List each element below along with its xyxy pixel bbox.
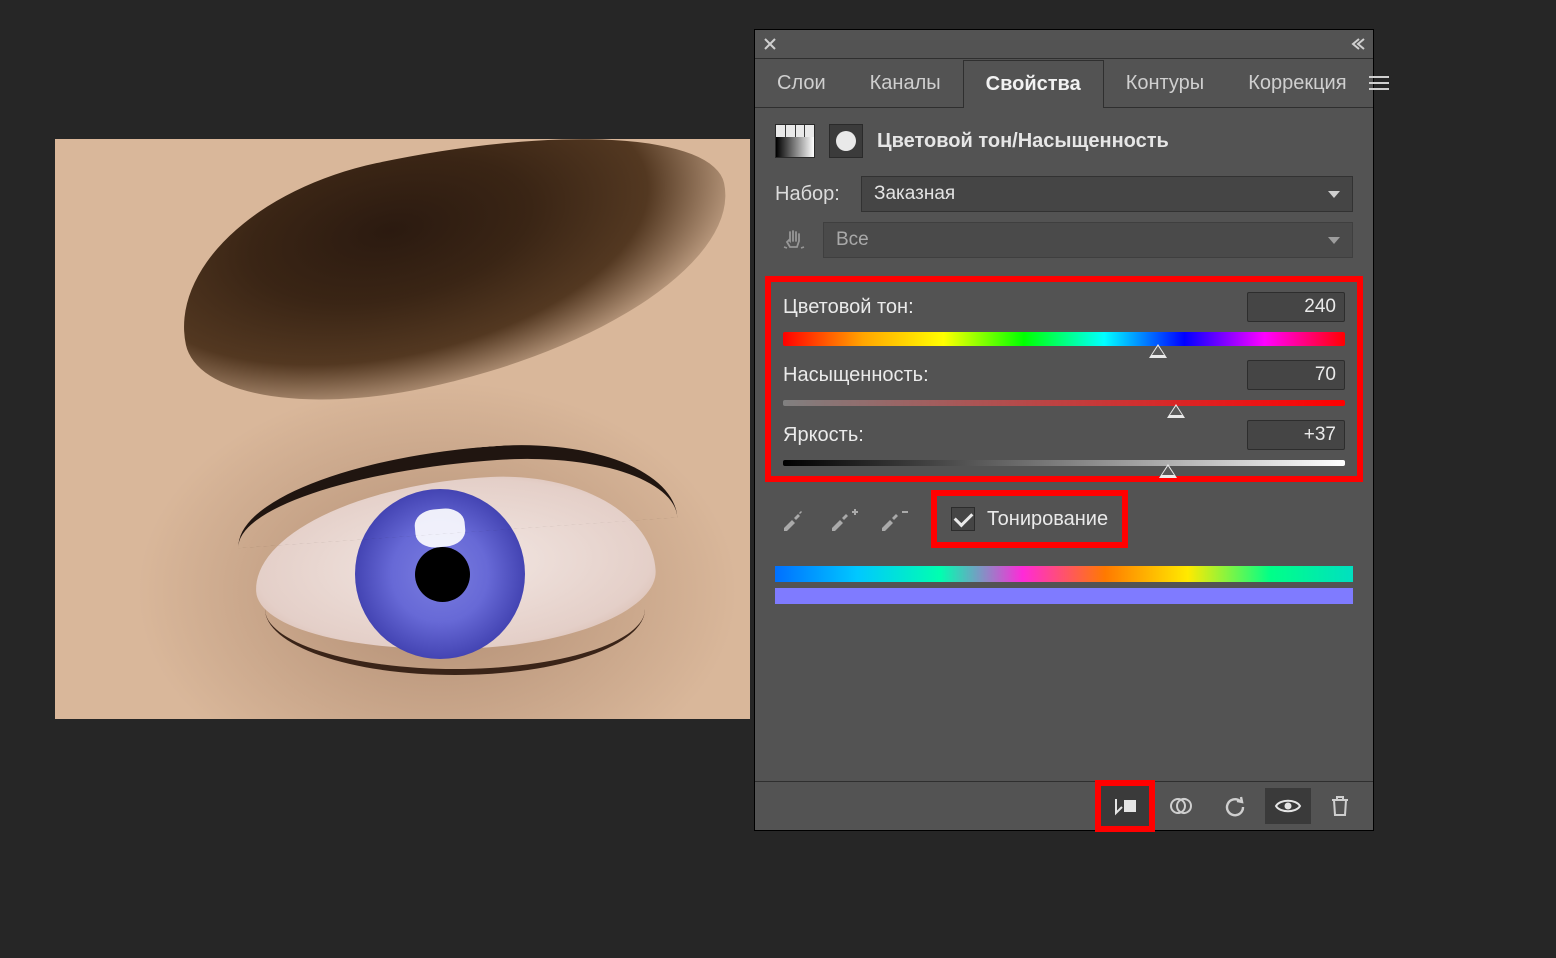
color-range-select[interactable]: Все [823,222,1353,258]
check-icon [953,507,973,527]
targeted-adjust-icon[interactable] [779,225,809,255]
canvas-preview [55,139,750,719]
chevron-down-icon [1328,191,1340,198]
clip-to-layer-button[interactable] [1101,786,1149,826]
adjustment-title: Цветовой тон/Насыщенность [877,130,1169,153]
saturation-thumb[interactable] [1167,404,1185,418]
collapse-icon[interactable] [1349,38,1365,50]
hue-label: Цветовой тон: [783,296,914,319]
tab-paths[interactable]: Контуры [1104,59,1226,107]
clip-highlight-box [1095,780,1155,832]
toggle-visibility-button[interactable] [1265,788,1311,824]
tab-layers[interactable]: Слои [755,59,848,107]
lightness-thumb[interactable] [1159,464,1177,478]
preset-label: Набор: [775,183,847,206]
range-row: Все [755,222,1373,268]
lightness-label: Яркость: [783,424,864,447]
reset-button[interactable] [1213,788,1259,824]
properties-panel: Слои Каналы Свойства Контуры Коррекция Ц… [755,30,1373,830]
view-previous-state-button[interactable] [1161,788,1207,824]
colorize-label: Тонирование [987,508,1108,531]
layer-mask-icon[interactable] [829,124,863,158]
lightness-value-input[interactable]: +37 [1247,420,1345,450]
eyedropper-subtract-icon[interactable] [875,502,911,536]
eyedropper-add-icon[interactable] [825,502,861,536]
lightness-slider: Яркость: +37 [783,420,1345,466]
adjustment-header: Цветовой тон/Насыщенность [755,108,1373,170]
input-color-strip [775,566,1353,582]
saturation-value-input[interactable]: 70 [1247,360,1345,390]
preset-value: Заказная [874,183,955,205]
hue-saturation-icon [775,124,815,158]
saturation-label: Насыщенность: [783,364,929,387]
panel-titlebar [755,30,1373,59]
preset-select[interactable]: Заказная [861,176,1353,212]
preset-row: Набор: Заказная [755,170,1373,222]
tab-channels[interactable]: Каналы [848,59,963,107]
panel-footer [755,781,1373,830]
lightness-track[interactable] [783,460,1345,466]
output-color-strip [775,588,1353,604]
chevron-down-icon [1328,237,1340,244]
panel-tabbar: Слои Каналы Свойства Контуры Коррекция [755,59,1373,108]
color-range-strips [755,560,1373,604]
delete-button[interactable] [1317,788,1363,824]
colorize-highlight-box: Тонирование [931,490,1128,548]
tab-adjustments[interactable]: Коррекция [1226,59,1368,107]
eyedropper-icon[interactable] [775,502,811,536]
hue-thumb[interactable] [1149,344,1167,358]
saturation-track[interactable] [783,400,1345,406]
sliders-highlight-box: Цветовой тон: 240 Насыщенность: 70 Яркос… [765,276,1363,482]
panel-menu-icon[interactable] [1369,59,1389,107]
tab-properties[interactable]: Свойства [963,60,1104,108]
saturation-slider: Насыщенность: 70 [783,360,1345,406]
eyedropper-row: Тонирование [755,486,1373,560]
hue-slider: Цветовой тон: 240 [783,292,1345,346]
colorize-checkbox[interactable] [951,507,975,531]
color-range-value: Все [836,229,869,251]
hue-track[interactable] [783,332,1345,346]
close-icon[interactable] [763,37,777,51]
eye-image-placeholder [55,139,750,719]
hue-value-input[interactable]: 240 [1247,292,1345,322]
